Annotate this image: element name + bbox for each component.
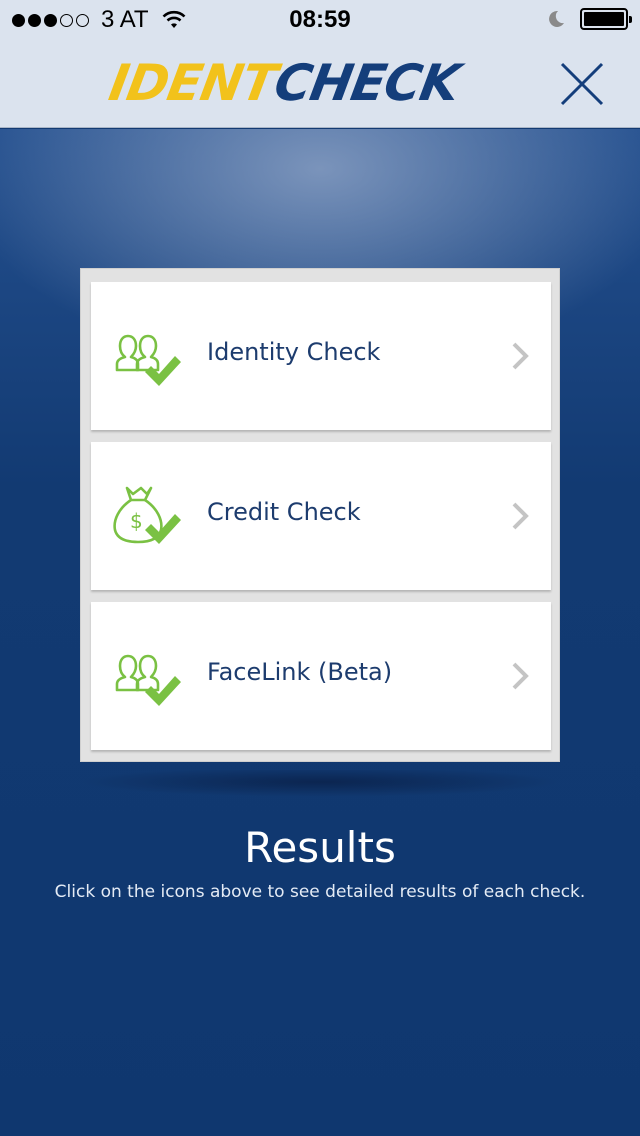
money-bag-check-icon: $	[113, 486, 181, 544]
logo-check-text: CHECK	[270, 54, 464, 112]
facelink-card[interactable]: FaceLink (Beta)	[91, 602, 551, 750]
identcheck-logo: IDENTCHECK	[105, 54, 464, 112]
status-bar: 3 AT 08:59	[0, 0, 640, 40]
top-bar: 3 AT 08:59 IDENTCHECK	[0, 0, 640, 128]
identity-check-label: Identity Check	[207, 338, 381, 366]
close-icon[interactable]	[556, 58, 608, 110]
identity-check-card[interactable]: Identity Check	[91, 282, 551, 430]
logo-ident-text: IDENT	[104, 54, 281, 112]
credit-check-label: Credit Check	[207, 498, 361, 526]
chevron-right-icon	[512, 342, 529, 370]
panel-shadow	[80, 770, 560, 800]
results-title: Results	[244, 823, 396, 872]
chevron-right-icon	[512, 662, 529, 690]
status-time: 08:59	[289, 6, 351, 33]
credit-check-card[interactable]: $ Credit Check	[91, 442, 551, 590]
moon-icon	[549, 10, 564, 27]
chevron-right-icon	[512, 502, 529, 530]
status-right	[546, 8, 632, 30]
svg-text:$: $	[130, 509, 143, 533]
results-subtitle: Click on the icons above to see detailed…	[54, 882, 586, 902]
checks-panel: Identity Check $ Credit Check FaceLink (…	[80, 268, 560, 762]
facelink-label: FaceLink (Beta)	[207, 658, 393, 686]
people-check-icon	[115, 334, 181, 386]
people-check-icon	[115, 654, 181, 706]
battery-icon	[580, 8, 632, 30]
